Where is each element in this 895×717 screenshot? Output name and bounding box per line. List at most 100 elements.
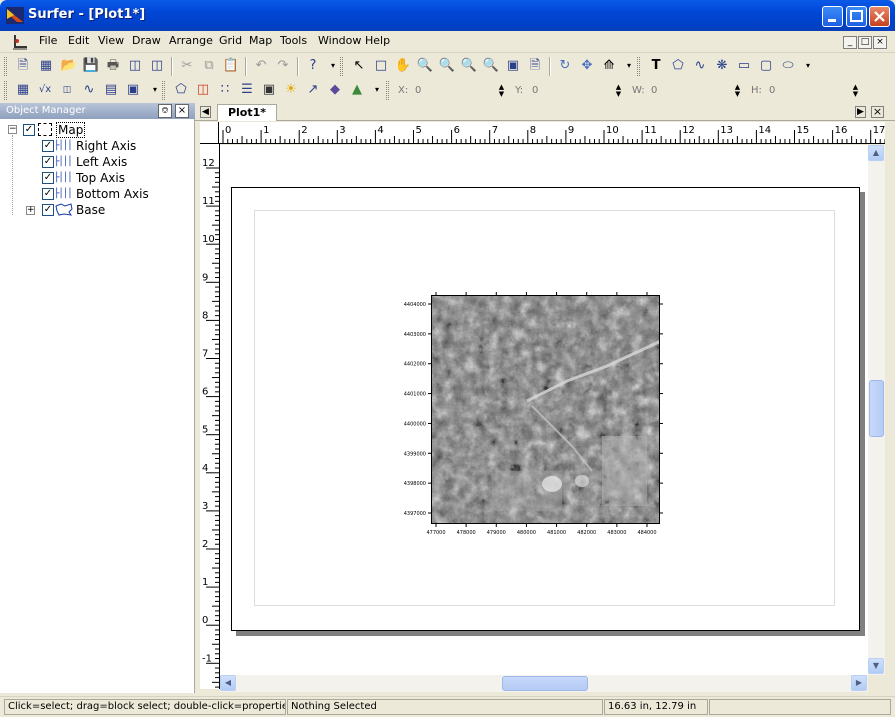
menu-draw[interactable]: Draw bbox=[132, 34, 161, 47]
visibility-checkbox[interactable]: ✓ bbox=[42, 188, 54, 200]
h-spin-button[interactable]: ▲ ▼ bbox=[850, 84, 861, 98]
close-icon[interactable]: × bbox=[175, 104, 189, 118]
document-icon[interactable] bbox=[11, 33, 29, 51]
menu-tools[interactable]: Tools bbox=[280, 34, 307, 47]
mdi-restore-button[interactable]: □ bbox=[858, 36, 872, 49]
menu-map[interactable]: Map bbox=[249, 34, 272, 47]
mdi-minimize-button[interactable]: _ bbox=[843, 36, 857, 49]
visibility-checkbox[interactable]: ✓ bbox=[42, 172, 54, 184]
grid-math-icon[interactable]: √x bbox=[36, 81, 54, 99]
copy-icon[interactable]: ⧉ bbox=[200, 57, 218, 75]
map-visibility-checkbox[interactable]: ✓ bbox=[23, 124, 35, 136]
menu-grid[interactable]: Grid bbox=[219, 34, 242, 47]
zoom-realtime-icon[interactable]: 🔍 bbox=[416, 57, 434, 75]
cut-icon[interactable]: ✂ bbox=[178, 57, 196, 75]
select-arrow-icon[interactable]: ↖ bbox=[350, 57, 368, 75]
y-coord-field[interactable]: 0 bbox=[532, 85, 538, 96]
surface-map-icon[interactable]: ◆ bbox=[326, 81, 344, 99]
help-pointer-icon[interactable]: ? bbox=[304, 57, 322, 75]
vertical-scroll-thumb[interactable] bbox=[869, 380, 884, 437]
toolbar-grip[interactable] bbox=[386, 81, 389, 100]
y-spin-button[interactable]: ▲ ▼ bbox=[613, 84, 624, 98]
toolbar-grip[interactable] bbox=[637, 57, 640, 76]
rectangle-tool-icon[interactable]: ▭ bbox=[735, 57, 753, 75]
chevron-down-icon[interactable]: ▾ bbox=[620, 57, 638, 75]
menu-help[interactable]: Help bbox=[365, 34, 390, 47]
window-title-bar[interactable]: Surfer - [Plot1*] bbox=[0, 0, 895, 31]
chevron-down-icon[interactable]: ▾ bbox=[368, 81, 386, 99]
vertical-scrollbar[interactable]: ▲ ▼ bbox=[868, 145, 885, 675]
menu-arrange[interactable]: Arrange bbox=[169, 34, 213, 47]
zoom-fit-icon[interactable]: ▣ bbox=[504, 57, 522, 75]
ellipse-tool-icon[interactable]: ⬭ bbox=[779, 57, 797, 75]
paste-icon[interactable]: 📋 bbox=[222, 57, 240, 75]
digitize-icon[interactable]: ⟰ bbox=[600, 57, 618, 75]
pan-hand-icon[interactable]: ✋ bbox=[394, 57, 412, 75]
menu-window[interactable]: Window bbox=[318, 34, 361, 47]
chevron-down-icon[interactable]: ▾ bbox=[799, 57, 817, 75]
new-plot-icon[interactable]: 🗎 bbox=[14, 57, 32, 75]
tab-scroll-left-icon[interactable]: ◀ bbox=[200, 106, 211, 118]
text-tool-icon[interactable]: T bbox=[647, 57, 665, 75]
w-coord-field[interactable]: 0 bbox=[651, 85, 657, 96]
polygon-tool-icon[interactable]: ⬠ bbox=[669, 57, 687, 75]
polyline-tool-icon[interactable]: ∿ bbox=[691, 57, 709, 75]
horizontal-scrollbar[interactable]: ◀ ▶ bbox=[220, 675, 868, 692]
scroll-left-button[interactable]: ◀ bbox=[220, 675, 236, 691]
base-map-icon[interactable]: ⬠ bbox=[172, 81, 190, 99]
vector-map-icon[interactable]: ↗ bbox=[304, 81, 322, 99]
zoom-rectangle-icon[interactable]: 🔍 bbox=[482, 57, 500, 75]
visibility-checkbox[interactable]: ✓ bbox=[42, 140, 54, 152]
scroll-right-button[interactable]: ▶ bbox=[851, 675, 867, 691]
minimize-button[interactable] bbox=[822, 6, 843, 27]
image-map-icon[interactable]: ◫ bbox=[194, 81, 212, 99]
grid-data-icon[interactable]: ▦ bbox=[14, 81, 32, 99]
close-tab-icon[interactable]: × bbox=[871, 106, 884, 118]
post-map-icon[interactable]: ▤ bbox=[102, 81, 120, 99]
collapse-icon[interactable]: − bbox=[8, 125, 17, 134]
menu-file[interactable]: File bbox=[39, 34, 57, 47]
horizontal-scroll-thumb[interactable] bbox=[502, 676, 588, 691]
redo-icon[interactable]: ↷ bbox=[274, 57, 292, 75]
camera-icon[interactable]: ▣ bbox=[260, 81, 278, 99]
block-select-icon[interactable]: □ bbox=[372, 57, 390, 75]
visibility-checkbox[interactable]: ✓ bbox=[42, 156, 54, 168]
mdi-close-button[interactable]: × bbox=[873, 36, 887, 49]
maximize-button[interactable] bbox=[846, 6, 867, 27]
scroll-down-button[interactable]: ▼ bbox=[868, 658, 884, 674]
expand-icon[interactable]: + bbox=[26, 206, 35, 215]
zoom-in-icon[interactable]: 🔍 bbox=[438, 57, 456, 75]
open-icon[interactable]: 📂 bbox=[60, 57, 78, 75]
w-spin-button[interactable]: ▲ ▼ bbox=[732, 84, 743, 98]
rotate-icon[interactable]: ↻ bbox=[556, 57, 574, 75]
undo-icon[interactable]: ↶ bbox=[252, 57, 270, 75]
print-icon[interactable]: 🖶 bbox=[104, 57, 122, 75]
menu-view[interactable]: View bbox=[98, 34, 124, 47]
contour-map-icon[interactable]: ∿ bbox=[80, 81, 98, 99]
classed-post-icon[interactable]: ▣ bbox=[124, 81, 142, 99]
pin-icon[interactable]: ⎊ bbox=[158, 104, 172, 118]
toolbar-grip[interactable] bbox=[4, 81, 7, 100]
trackball-icon[interactable]: ✥ bbox=[578, 57, 596, 75]
toolbar-grip[interactable] bbox=[162, 81, 165, 100]
grid-values-icon[interactable]: ◫ bbox=[58, 81, 76, 99]
visibility-checkbox[interactable]: ✓ bbox=[42, 204, 54, 216]
menu-edit[interactable]: Edit bbox=[68, 34, 89, 47]
tab-scroll-right-icon[interactable]: ▶ bbox=[855, 106, 866, 118]
new-worksheet-icon[interactable]: ▦ bbox=[37, 57, 55, 75]
symbol-tool-icon[interactable]: ❋ bbox=[713, 57, 731, 75]
toolbar-grip[interactable] bbox=[340, 57, 343, 76]
rounded-rectangle-tool-icon[interactable]: ▢ bbox=[757, 57, 775, 75]
tab-plot1[interactable]: Plot1* bbox=[217, 104, 277, 121]
scroll-up-button[interactable]: ▲ bbox=[868, 145, 884, 161]
classed-map-icon[interactable]: ☰ bbox=[238, 81, 256, 99]
shaded-relief-icon[interactable]: ☀ bbox=[282, 81, 300, 99]
x-spin-button[interactable]: ▲ ▼ bbox=[496, 84, 507, 98]
x-coord-field[interactable]: 0 bbox=[415, 85, 421, 96]
zoom-out-icon[interactable]: 🔍 bbox=[460, 57, 478, 75]
export-icon[interactable]: ◫ bbox=[148, 57, 166, 75]
import-icon[interactable]: ◫ bbox=[126, 57, 144, 75]
3d-wireframe-icon[interactable]: ▲ bbox=[348, 81, 366, 99]
plot-canvas[interactable]: 4404000 4403000 4402000 4401000 4400000 43990… bbox=[220, 145, 868, 675]
toolbar-grip[interactable] bbox=[4, 57, 7, 76]
